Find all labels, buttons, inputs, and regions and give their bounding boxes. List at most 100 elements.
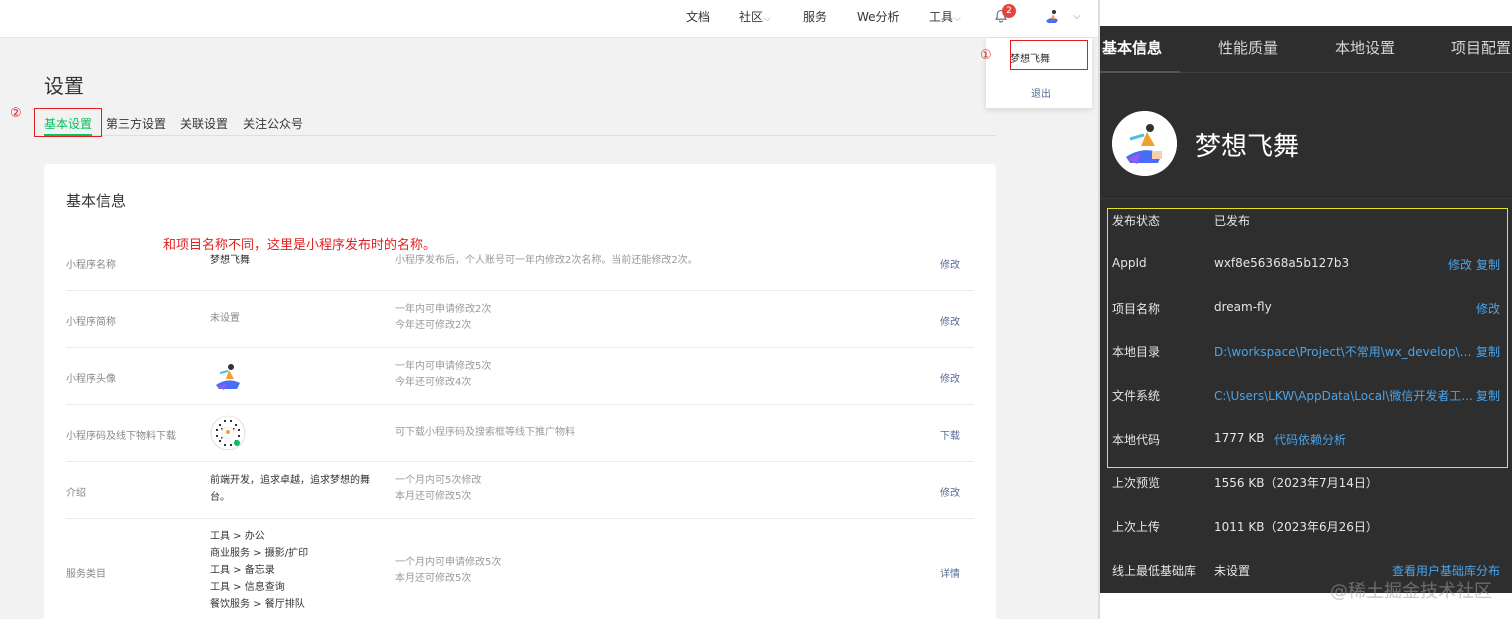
code-dependency-analysis-link[interactable]: 代码依赖分析 bbox=[1274, 431, 1346, 448]
row-description-sub: 今年还可修改4次 bbox=[395, 377, 472, 388]
tab-follow-official-account[interactable]: 关注公众号 bbox=[243, 115, 303, 132]
row-label: 服务类目 bbox=[66, 569, 106, 580]
row-value: wxf8e56368a5b127b3 bbox=[1214, 256, 1350, 270]
row-label: 上次预览 bbox=[1112, 476, 1161, 490]
edit-name-button[interactable]: 修改 bbox=[940, 256, 960, 271]
tab-basic-info[interactable]: 基本信息 bbox=[1102, 37, 1162, 58]
edit-avatar-button[interactable]: 修改 bbox=[940, 370, 960, 385]
info-row-file-system: 文件系统 C:\Users\LKW\AppData\Local\微信开发者工..… bbox=[1112, 387, 1500, 407]
edit-appid-button[interactable]: 修改 bbox=[1448, 258, 1472, 272]
miniprogram-code-image bbox=[210, 415, 246, 451]
page-title: 设置 bbox=[44, 74, 84, 98]
user-avatar[interactable] bbox=[1042, 7, 1062, 27]
table-row: 服务类目 工具 > 办公 商业服务 > 摄影/扩印 工具 > 备忘录 工具 > … bbox=[66, 519, 974, 619]
notification-badge: 2 bbox=[1002, 4, 1016, 18]
nav-tools[interactable]: 工具⌵ bbox=[929, 10, 961, 26]
edit-intro-button[interactable]: 修改 bbox=[940, 484, 960, 499]
tab-local-settings[interactable]: 本地设置 bbox=[1335, 37, 1395, 58]
row-description-sub: 今年还可修改2次 bbox=[395, 320, 472, 331]
details-button[interactable]: 详情 bbox=[940, 565, 960, 580]
row-label: AppId bbox=[1112, 256, 1147, 270]
table-row: 小程序头像 一年内可申请修改5次 今年还可修改4次 修改 bbox=[66, 348, 974, 405]
row-description: 一个月内可5次修改 bbox=[395, 475, 482, 486]
row-label: 上次上传 bbox=[1112, 520, 1161, 534]
tab-project-config[interactable]: 项目配置 bbox=[1451, 37, 1511, 58]
row-label: 文件系统 bbox=[1112, 389, 1161, 403]
nav-docs[interactable]: 文档 bbox=[686, 10, 710, 24]
service-category-item: 餐饮服务 > 餐厅排队 bbox=[210, 599, 305, 610]
edit-short-name-button[interactable]: 修改 bbox=[940, 313, 960, 328]
top-navigation: 文档 社区⌵ 服务 We分析 工具⌵ 2 ⌵ bbox=[0, 0, 1098, 38]
table-row: 小程序简称 未设置 一年内可申请修改2次 今年还可修改2次 修改 bbox=[66, 291, 974, 348]
basic-info-card: 基本信息 和项目名称不同，这里是小程序发布时的名称。 小程序名称 梦想飞舞 小程… bbox=[44, 164, 996, 619]
tab-association-settings[interactable]: 关联设置 bbox=[180, 115, 228, 132]
row-description-sub: 本月还可修改5次 bbox=[395, 573, 472, 584]
chevron-down-icon: ⌵ bbox=[954, 14, 961, 24]
highlight-box-basic-tab bbox=[34, 108, 102, 137]
file-system-link[interactable]: C:\Users\LKW\AppData\Local\微信开发者工... bbox=[1214, 387, 1473, 404]
info-row-project-name: 项目名称 dream-fly 修改 bbox=[1112, 300, 1500, 320]
nav-services[interactable]: 服务 bbox=[803, 10, 827, 24]
row-description: 一个月内可申请修改5次 bbox=[395, 557, 502, 568]
marker-2: ② bbox=[10, 106, 22, 121]
service-category-item: 商业服务 > 摄影/扩印 bbox=[210, 548, 309, 559]
settings-tabs: 基本设置 第三方设置 关联设置 关注公众号 bbox=[44, 114, 996, 136]
info-row-local-dir: 本地目录 D:\workspace\Project\不常用\wx_develop… bbox=[1112, 343, 1500, 363]
row-actions: 修改 复制 bbox=[1444, 256, 1500, 273]
miniprogram-avatar-image bbox=[210, 359, 246, 395]
row-description: 一年内可申请修改2次 bbox=[395, 304, 492, 315]
row-label: 小程序码及线下物料下载 bbox=[66, 431, 176, 442]
row-value: dream-fly bbox=[1214, 300, 1272, 314]
row-label: 本地目录 bbox=[1112, 345, 1161, 359]
tab-performance-quality[interactable]: 性能质量 bbox=[1218, 37, 1278, 58]
service-category-item: 工具 > 办公 bbox=[210, 531, 265, 542]
row-label: 发布状态 bbox=[1112, 214, 1161, 228]
row-value: 未设置 bbox=[1214, 564, 1251, 578]
info-row-last-preview: 上次预览 1556 KB（2023年7月14日） bbox=[1112, 474, 1500, 494]
row-value: 1011 KB（2023年6月26日） bbox=[1214, 520, 1378, 534]
row-label: 小程序简称 bbox=[66, 317, 116, 328]
chevron-down-icon: ⌵ bbox=[764, 14, 771, 24]
nav-tools-label: 工具 bbox=[929, 10, 954, 24]
highlight-box-username bbox=[1010, 40, 1088, 70]
row-value: 1777 KB bbox=[1214, 431, 1265, 445]
row-label: 小程序名称 bbox=[66, 260, 116, 271]
row-label: 项目名称 bbox=[1112, 302, 1161, 316]
card-title: 基本信息 bbox=[66, 192, 127, 210]
row-value: 前端开发，追求卓越，追求梦想的舞 bbox=[210, 475, 370, 486]
project-display-name: 梦想飞舞 bbox=[1195, 132, 1300, 162]
nav-we-analytics[interactable]: We分析 bbox=[857, 10, 900, 24]
table-row: 介绍 前端开发，追求卓越，追求梦想的舞 台。 一个月内可5次修改 本月还可修改5… bbox=[66, 462, 974, 519]
row-label: 本地代码 bbox=[1112, 433, 1161, 447]
row-description: 小程序发布后，个人账号可一年内修改2次名称。当前还能修改2次。 bbox=[395, 255, 698, 266]
row-value: 已发布 bbox=[1214, 214, 1251, 228]
info-row-appid: AppId wxf8e56368a5b127b3 修改 复制 bbox=[1112, 256, 1500, 276]
info-row-local-code: 本地代码 1777 KB 代码依赖分析 bbox=[1112, 431, 1500, 451]
table-row: 小程序码及线下物料下载 可下载小程序码及搜索框等线下推广物料 下载 bbox=[66, 405, 974, 462]
logout-button[interactable]: 退出 bbox=[1031, 85, 1051, 100]
row-value: 梦想飞舞 bbox=[210, 255, 250, 266]
chevron-down-icon[interactable]: ⌵ bbox=[1073, 11, 1081, 22]
marker-1: ① bbox=[980, 48, 992, 63]
row-value-line2: 台。 bbox=[210, 492, 230, 503]
table-row: 小程序名称 梦想飞舞 小程序发布后，个人账号可一年内修改2次名称。当前还能修改2… bbox=[66, 234, 974, 291]
row-label: 小程序头像 bbox=[66, 374, 116, 385]
row-description: 一年内可申请修改5次 bbox=[395, 361, 492, 372]
row-description: 可下载小程序码及搜索框等线下推广物料 bbox=[395, 427, 575, 438]
row-label: 线上最低基础库 bbox=[1112, 564, 1197, 578]
download-button[interactable]: 下载 bbox=[940, 427, 960, 442]
highlight-box-project-info bbox=[1107, 208, 1508, 468]
copy-local-dir-button[interactable]: 复制 bbox=[1476, 343, 1500, 360]
copy-file-system-button[interactable]: 复制 bbox=[1476, 387, 1500, 404]
web-console: 文档 社区⌵ 服务 We分析 工具⌵ 2 ⌵ 梦想飞舞 退出 ① 设置 ② 基本… bbox=[0, 0, 1098, 619]
edit-project-name-button[interactable]: 修改 bbox=[1476, 300, 1500, 317]
row-value: 未设置 bbox=[210, 313, 240, 324]
tab-third-party-settings[interactable]: 第三方设置 bbox=[106, 115, 166, 132]
nav-community[interactable]: 社区⌵ bbox=[739, 10, 771, 26]
row-description-sub: 本月还可修改5次 bbox=[395, 491, 472, 502]
row-label: 介绍 bbox=[66, 488, 86, 499]
local-dir-link[interactable]: D:\workspace\Project\不常用\wx_develop\m... bbox=[1214, 343, 1476, 360]
panel-tabs: 基本信息 性能质量 本地设置 项目配置 bbox=[1100, 26, 1512, 73]
separator bbox=[1100, 198, 1512, 199]
copy-appid-button[interactable]: 复制 bbox=[1476, 258, 1500, 272]
